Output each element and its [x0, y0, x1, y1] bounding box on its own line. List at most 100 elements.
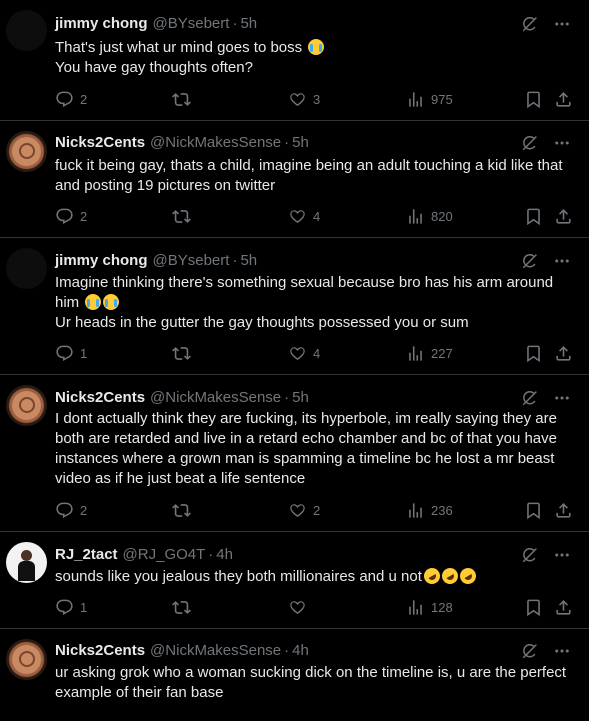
reply-count: 2 [80, 209, 88, 224]
reply-button[interactable]: 1 [55, 344, 87, 363]
tweet[interactable]: Nicks2Cents @NickMakesSense · 4h ur aski… [0, 629, 589, 721]
like-button[interactable]: 3 [288, 90, 320, 109]
more-icon[interactable] [553, 546, 571, 564]
user-handle[interactable]: @BYsebert [153, 15, 230, 32]
more-icon[interactable] [553, 642, 571, 660]
like-button[interactable]: 4 [288, 207, 320, 226]
tweet[interactable]: Nicks2Cents @NickMakesSense · 5h I dont … [0, 375, 589, 531]
more-icon[interactable] [553, 15, 571, 33]
reply-button[interactable]: 1 [55, 598, 87, 617]
bookmark-icon [524, 598, 543, 617]
view-count: 227 [431, 346, 453, 361]
timestamp[interactable]: 5h [240, 252, 257, 269]
like-button[interactable] [288, 598, 313, 617]
repost-button[interactable] [172, 207, 197, 226]
avatar[interactable] [6, 131, 47, 172]
tweet-line: fuck it being gay, thats a child, imagin… [55, 157, 563, 174]
tweet-line: example of their fan base [55, 684, 224, 701]
bookmark-icon [524, 501, 543, 520]
grok-icon[interactable] [521, 15, 539, 33]
share-button[interactable] [554, 501, 573, 520]
user-handle[interactable]: @NickMakesSense [150, 642, 281, 659]
display-name[interactable]: Nicks2Cents [55, 134, 145, 151]
grok-icon[interactable] [521, 546, 539, 564]
display-name[interactable]: jimmy chong [55, 252, 148, 269]
views-button[interactable]: 227 [406, 344, 453, 363]
display-name[interactable]: Nicks2Cents [55, 389, 145, 406]
share-button[interactable] [554, 90, 573, 109]
display-name[interactable]: Nicks2Cents [55, 642, 145, 659]
rofl-emoji [456, 565, 479, 587]
repost-button[interactable] [172, 501, 197, 520]
timestamp[interactable]: 5h [292, 389, 309, 406]
display-name[interactable]: jimmy chong [55, 15, 148, 32]
like-count: 2 [313, 503, 321, 518]
tweet-line: ur asking grok who a woman sucking dick … [55, 664, 567, 681]
user-handle[interactable]: @RJ_GO4T [123, 546, 206, 563]
tweet-header: Nicks2Cents @NickMakesSense · 5h [55, 134, 309, 151]
tweet[interactable]: RJ_2tact @RJ_GO4T · 4h sounds like you j… [0, 532, 589, 628]
grok-icon[interactable] [521, 134, 539, 152]
tweet[interactable]: jimmy chong @BYsebert · 5h That's just w… [0, 0, 589, 120]
share-button[interactable] [554, 207, 573, 226]
share-icon [554, 207, 573, 226]
grok-icon[interactable] [521, 389, 539, 407]
avatar[interactable] [6, 385, 47, 426]
avatar[interactable] [6, 639, 47, 680]
share-button[interactable] [554, 598, 573, 617]
bookmark-button[interactable] [524, 207, 543, 226]
bookmark-button[interactable] [524, 344, 543, 363]
repost-icon [172, 344, 191, 363]
timestamp[interactable]: 4h [292, 642, 309, 659]
repost-icon [172, 501, 191, 520]
share-button[interactable] [554, 344, 573, 363]
like-button[interactable]: 2 [288, 501, 320, 520]
tweet-header: RJ_2tact @RJ_GO4T · 4h [55, 546, 233, 563]
timestamp[interactable]: 5h [240, 15, 257, 32]
grok-icon[interactable] [521, 252, 539, 270]
views-button[interactable]: 820 [406, 207, 453, 226]
reply-icon [55, 90, 74, 109]
user-handle[interactable]: @BYsebert [153, 252, 230, 269]
user-handle[interactable]: @NickMakesSense [150, 134, 281, 151]
tweet[interactable]: jimmy chong @BYsebert · 5h Imagine think… [0, 238, 589, 374]
repost-button[interactable] [172, 90, 197, 109]
more-icon[interactable] [553, 389, 571, 407]
views-button[interactable]: 236 [406, 501, 453, 520]
more-icon[interactable] [553, 252, 571, 270]
like-button[interactable]: 4 [288, 344, 320, 363]
action-bar: 2 3 975 [55, 90, 575, 110]
loudly-crying-face-emoji [103, 294, 120, 310]
tweet[interactable]: Nicks2Cents @NickMakesSense · 5h fuck it… [0, 121, 589, 237]
reply-button[interactable]: 2 [55, 207, 87, 226]
repost-button[interactable] [172, 598, 197, 617]
bookmark-button[interactable] [524, 90, 543, 109]
user-handle[interactable]: @NickMakesSense [150, 389, 281, 406]
avatar[interactable] [6, 542, 47, 583]
views-button[interactable]: 975 [406, 90, 453, 109]
tweet-text: That's just what ur mind goes to boss Yo… [55, 38, 580, 78]
views-icon [406, 501, 425, 520]
repost-button[interactable] [172, 344, 197, 363]
more-icon[interactable] [553, 134, 571, 152]
repost-icon [172, 90, 191, 109]
avatar[interactable] [6, 248, 47, 289]
reply-button[interactable]: 2 [55, 90, 87, 109]
bookmark-button[interactable] [524, 598, 543, 617]
timestamp[interactable]: 5h [292, 134, 309, 151]
tweet-line: Ur heads in the gutter the gay thoughts … [55, 314, 469, 331]
avatar[interactable] [6, 10, 47, 51]
rofl-emoji [438, 565, 461, 587]
separator-dot: · [232, 15, 238, 32]
timestamp[interactable]: 4h [216, 546, 233, 563]
repost-icon [172, 207, 191, 226]
separator-dot: · [232, 252, 238, 269]
views-button[interactable]: 128 [406, 598, 453, 617]
grok-icon[interactable] [521, 642, 539, 660]
reply-button[interactable]: 2 [55, 501, 87, 520]
bookmark-button[interactable] [524, 501, 543, 520]
views-icon [406, 207, 425, 226]
share-icon [554, 344, 573, 363]
display-name[interactable]: RJ_2tact [55, 546, 118, 563]
action-bar: 1 128 [55, 598, 575, 618]
